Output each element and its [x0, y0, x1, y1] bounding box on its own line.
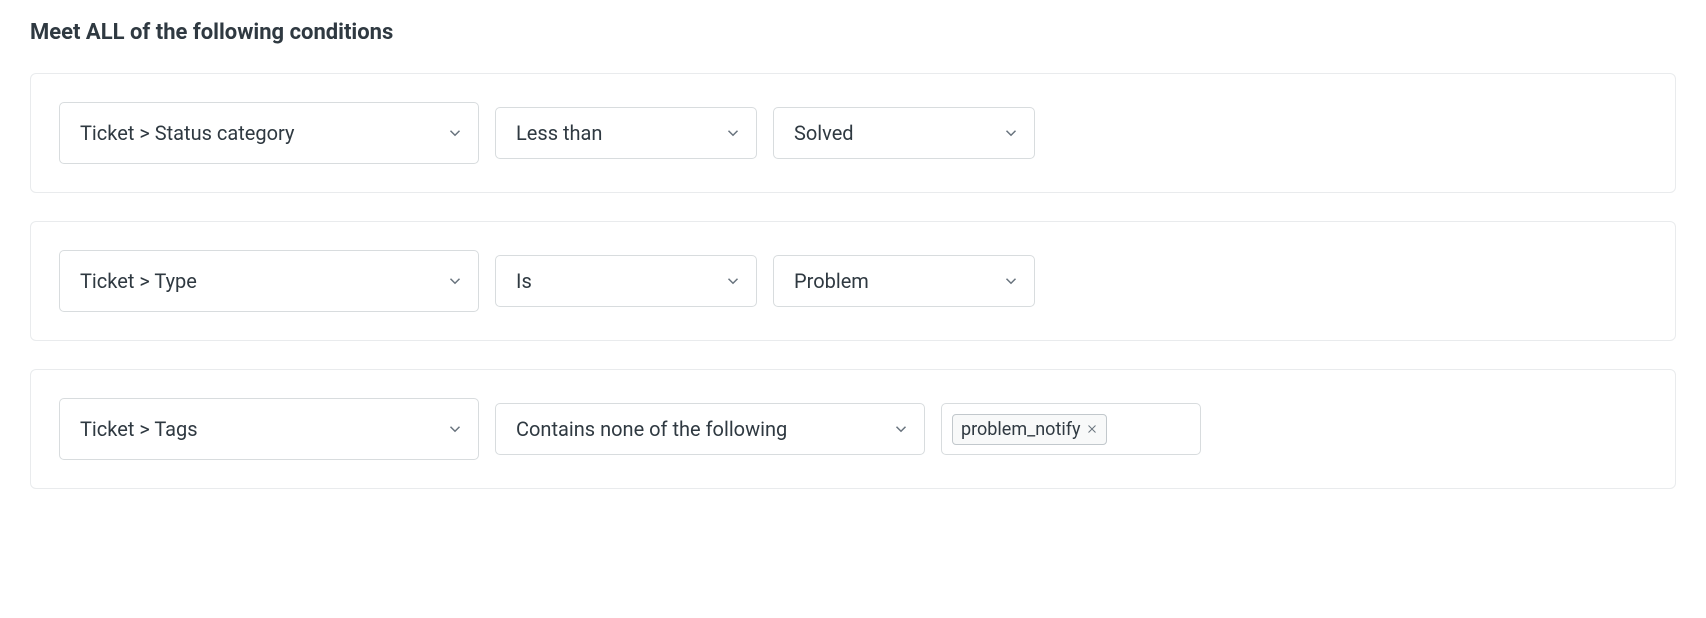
condition-field-select[interactable]: Ticket > Status category	[59, 102, 479, 164]
condition-row: Ticket > Tags Contains none of the follo…	[30, 369, 1676, 489]
condition-value-label: Solved	[794, 123, 854, 143]
condition-operator-label: Contains none of the following	[516, 419, 787, 439]
condition-field-label: Ticket > Type	[80, 271, 197, 291]
condition-field-label: Ticket > Tags	[80, 419, 198, 439]
chevron-down-icon	[724, 124, 742, 142]
condition-row: Ticket > Status category Less than Solve…	[30, 73, 1676, 193]
tag-label: problem_notify	[961, 419, 1080, 440]
chevron-down-icon	[446, 272, 464, 290]
chevron-down-icon	[446, 124, 464, 142]
condition-operator-select[interactable]: Is	[495, 255, 757, 307]
condition-operator-label: Less than	[516, 123, 602, 143]
condition-operator-select[interactable]: Contains none of the following	[495, 403, 925, 455]
condition-field-select[interactable]: Ticket > Tags	[59, 398, 479, 460]
condition-value-select[interactable]: Solved	[773, 107, 1035, 159]
section-title: Meet ALL of the following conditions	[30, 20, 1676, 45]
chevron-down-icon	[724, 272, 742, 290]
condition-value-select[interactable]: Problem	[773, 255, 1035, 307]
chevron-down-icon	[1002, 272, 1020, 290]
chevron-down-icon	[1002, 124, 1020, 142]
tag-pill: problem_notify	[952, 414, 1107, 445]
condition-field-select[interactable]: Ticket > Type	[59, 250, 479, 312]
chevron-down-icon	[892, 420, 910, 438]
condition-row: Ticket > Type Is Problem	[30, 221, 1676, 341]
condition-tags-input[interactable]: problem_notify	[941, 403, 1201, 455]
condition-operator-label: Is	[516, 271, 532, 291]
remove-tag-button[interactable]	[1086, 423, 1098, 435]
condition-field-label: Ticket > Status category	[80, 123, 294, 143]
chevron-down-icon	[446, 420, 464, 438]
condition-value-label: Problem	[794, 271, 869, 291]
condition-operator-select[interactable]: Less than	[495, 107, 757, 159]
